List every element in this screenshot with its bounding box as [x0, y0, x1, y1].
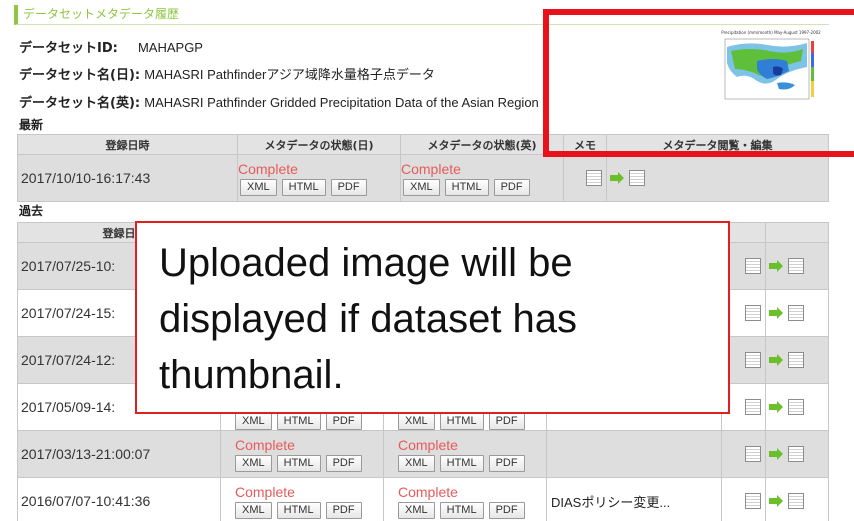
status-en: Complete	[398, 436, 458, 453]
callout-line-3: thumbnail.	[159, 353, 344, 397]
memo-doc-icon[interactable]	[745, 305, 761, 321]
pdf-en-button[interactable]: PDF	[488, 412, 525, 430]
memo-doc-icon[interactable]	[745, 352, 761, 368]
xml-ja-button[interactable]: XML	[235, 412, 272, 430]
html-en-button[interactable]: HTML	[439, 412, 484, 430]
col-past-view-edit	[765, 222, 829, 243]
status-en-cell: Complete XML HTML PDF	[400, 154, 564, 202]
xml-ja-button[interactable]: XML	[235, 501, 272, 519]
past-heading: 過去	[19, 204, 44, 218]
memo-text: DIASポリシー変更...	[546, 477, 722, 521]
table-row: 2016/07/07-10:41:36 Complete XML HTML PD…	[17, 477, 829, 521]
html-en-button[interactable]: HTML	[444, 178, 489, 196]
arrow-right-icon[interactable]	[609, 171, 625, 185]
pdf-en-button[interactable]: PDF	[488, 454, 525, 472]
xml-en-button[interactable]: XML	[398, 501, 435, 519]
arrow-right-icon[interactable]	[768, 353, 784, 367]
pdf-ja-button[interactable]: PDF	[325, 501, 362, 519]
pdf-ja-button[interactable]: PDF	[325, 454, 362, 472]
row-date: 2017/10/10-16:17:43	[17, 154, 238, 202]
html-ja-button[interactable]: HTML	[276, 412, 321, 430]
html-ja-button[interactable]: HTML	[281, 178, 326, 196]
pdf-ja-button[interactable]: PDF	[325, 412, 362, 430]
dataset-id-label: データセットID:	[19, 41, 118, 56]
dataset-id-value: MAHAPGP	[137, 40, 203, 55]
memo-doc-icon[interactable]	[745, 258, 761, 274]
html-en-button[interactable]: HTML	[439, 454, 484, 472]
thumbnail-callout: Uploaded image will be displayed if data…	[135, 221, 730, 414]
edit-doc-icon[interactable]	[788, 258, 804, 274]
edit-doc-icon[interactable]	[629, 170, 645, 186]
memo-doc-icon[interactable]	[745, 446, 761, 462]
xml-en-button[interactable]: XML	[403, 178, 440, 196]
col-status-en: メタデータの状態(英)	[400, 134, 564, 155]
xml-ja-button[interactable]: XML	[235, 454, 272, 472]
pdf-en-button[interactable]: PDF	[488, 501, 525, 519]
col-status-ja: メタデータの状態(日)	[237, 134, 401, 155]
status-ja: Complete	[238, 160, 298, 177]
arrow-right-icon[interactable]	[768, 400, 784, 414]
dataset-name-en-label: データセット名(英):	[19, 96, 141, 111]
html-ja-button[interactable]: HTML	[276, 454, 321, 472]
col-registered-date: 登録日時	[17, 134, 238, 155]
arrow-right-icon[interactable]	[768, 494, 784, 508]
arrow-right-icon[interactable]	[768, 447, 784, 461]
status-en: Complete	[401, 160, 461, 177]
xml-en-button[interactable]: XML	[398, 454, 435, 472]
dataset-id-line: データセットID: MAHAPGP	[19, 39, 203, 58]
dataset-name-en-value: MAHASRI Pathfinder Gridded Precipitation…	[144, 95, 539, 110]
view-edit-cell	[606, 154, 829, 202]
memo-doc-icon[interactable]	[745, 493, 761, 509]
dataset-name-en-line: データセット名(英): MAHASRI Pathfinder Gridded P…	[19, 94, 539, 113]
status-en: Complete	[398, 483, 458, 500]
xml-en-button[interactable]: XML	[398, 412, 435, 430]
row-date: 2016/07/07-10:41:36	[17, 477, 221, 521]
status-ja: Complete	[235, 483, 295, 500]
edit-doc-icon[interactable]	[788, 493, 804, 509]
edit-doc-icon[interactable]	[788, 305, 804, 321]
arrow-right-icon[interactable]	[768, 306, 784, 320]
thumbnail-highlight-frame	[543, 9, 854, 157]
status-ja-cell: Complete XML HTML PDF	[237, 154, 401, 202]
xml-ja-button[interactable]: XML	[240, 178, 277, 196]
edit-doc-icon[interactable]	[788, 352, 804, 368]
edit-doc-icon[interactable]	[788, 446, 804, 462]
latest-heading: 最新	[19, 118, 44, 132]
callout-line-2: displayed if dataset has	[159, 297, 578, 341]
table-row: 2017/10/10-16:17:43 Complete XML HTML PD…	[17, 154, 829, 202]
memo-doc-icon[interactable]	[586, 170, 602, 186]
dataset-name-ja-line: データセット名(日): MAHASRI Pathfinderアジア域降水量格子点…	[19, 66, 435, 85]
edit-doc-icon[interactable]	[788, 399, 804, 415]
callout-line-1: Uploaded image will be	[159, 241, 573, 285]
dataset-name-ja-label: データセット名(日):	[19, 68, 141, 83]
html-en-button[interactable]: HTML	[439, 501, 484, 519]
pdf-ja-button[interactable]: PDF	[330, 178, 367, 196]
memo-cell	[563, 154, 607, 202]
table-row: 2017/03/13-21:00:07 Complete XML HTML PD…	[17, 430, 829, 478]
pdf-en-button[interactable]: PDF	[493, 178, 530, 196]
html-ja-button[interactable]: HTML	[276, 501, 321, 519]
dataset-name-ja-value: MAHASRI Pathfinderアジア域降水量格子点データ	[144, 67, 435, 82]
memo-doc-icon[interactable]	[745, 399, 761, 415]
arrow-right-icon[interactable]	[768, 259, 784, 273]
row-date: 2017/03/13-21:00:07	[17, 430, 221, 478]
status-ja: Complete	[235, 436, 295, 453]
